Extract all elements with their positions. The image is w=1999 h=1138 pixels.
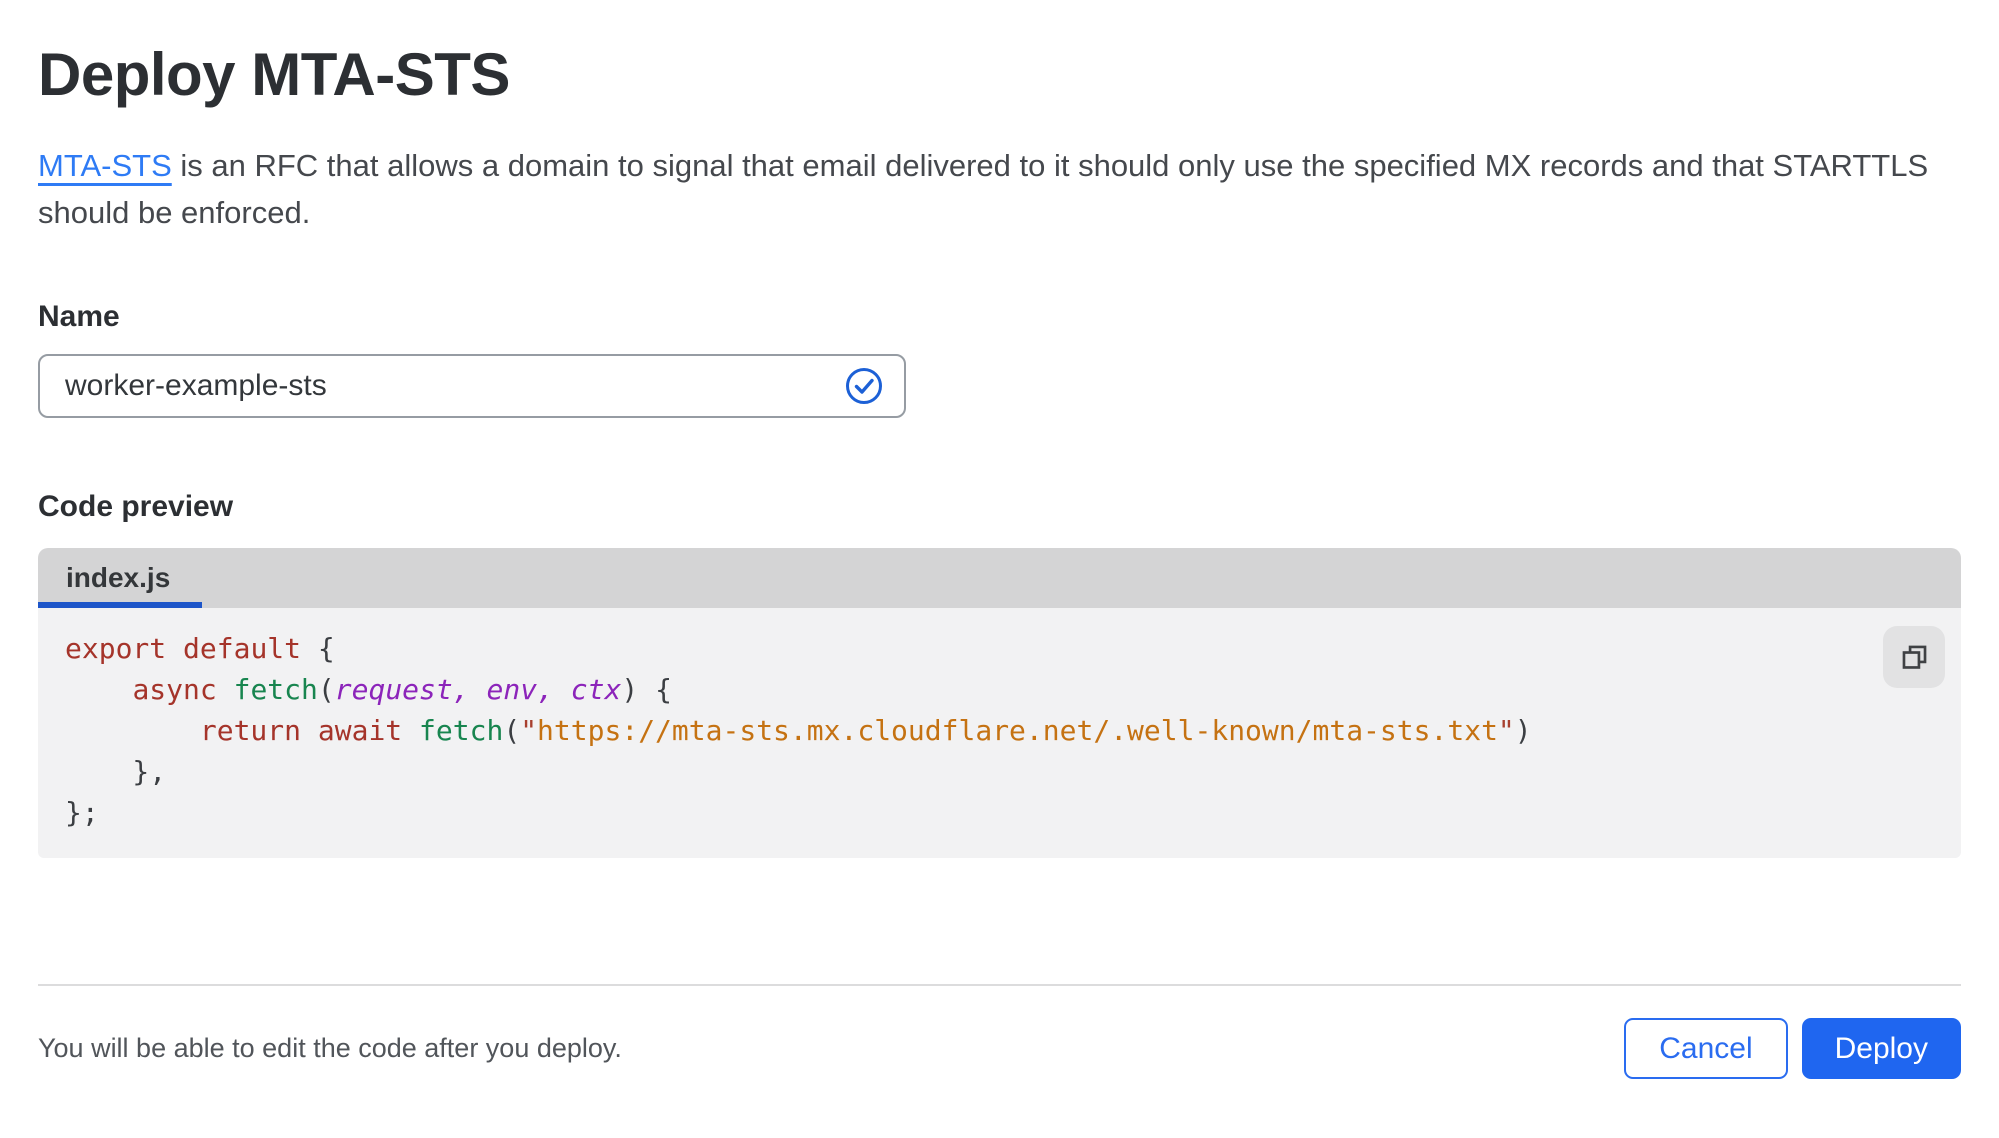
code-content[interactable]: export default { async fetch(request, en…	[38, 608, 1961, 833]
code-preview-block: index.js export default { async fetch(re…	[38, 548, 1961, 858]
mta-sts-link[interactable]: MTA-STS	[38, 148, 172, 183]
name-label: Name	[38, 300, 120, 333]
code-tabbar: index.js	[38, 548, 1961, 608]
code-preview-label: Code preview	[38, 490, 234, 523]
footer-row: You will be able to edit the code after …	[38, 1018, 1961, 1079]
intro-paragraph: MTA-STS is an RFC that allows a domain t…	[38, 142, 1948, 236]
code-area: export default { async fetch(request, en…	[38, 608, 1961, 858]
name-input-wrap	[38, 354, 906, 418]
check-circle-icon	[844, 366, 884, 406]
copy-icon	[1899, 642, 1930, 673]
footer-actions: Cancel Deploy	[1624, 1018, 1961, 1079]
footer-note: You will be able to edit the code after …	[38, 1033, 622, 1063]
footer-divider	[38, 984, 1961, 986]
intro-text: is an RFC that allows a domain to signal…	[38, 148, 1929, 230]
cancel-button[interactable]: Cancel	[1624, 1018, 1788, 1079]
tab-label: index.js	[66, 562, 171, 593]
tab-index-js[interactable]: index.js	[38, 548, 203, 608]
page-title: Deploy MTA-STS	[38, 41, 510, 108]
deploy-mta-sts-page: Deploy MTA-STS MTA-STS is an RFC that al…	[0, 0, 1999, 1138]
deploy-button[interactable]: Deploy	[1801, 1018, 1961, 1079]
name-input[interactable]	[38, 354, 906, 418]
copy-code-button[interactable]	[1883, 626, 1945, 688]
